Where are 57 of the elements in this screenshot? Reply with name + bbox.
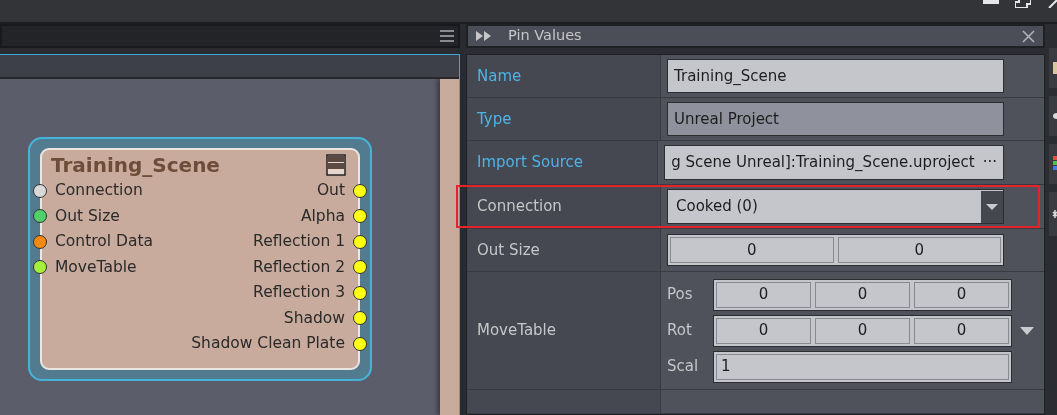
field-label: Import Source bbox=[477, 152, 584, 174]
output-pin[interactable] bbox=[353, 260, 367, 275]
pin-label: Connection bbox=[55, 180, 143, 202]
number-field[interactable]: 0 bbox=[914, 281, 1009, 308]
number-field[interactable]: 0 bbox=[716, 281, 811, 308]
pin-label: Reflection 3 bbox=[253, 282, 345, 304]
input-pin[interactable] bbox=[33, 260, 47, 275]
pin-label: Shadow Clean Plate bbox=[191, 333, 345, 355]
pin-label: Alpha bbox=[300, 205, 345, 227]
node-title: Training_Scene bbox=[51, 152, 220, 178]
pin-label: Control Data bbox=[55, 231, 153, 253]
expand-arrow-icon[interactable] bbox=[1020, 326, 1034, 335]
number-field[interactable]: 0 bbox=[815, 281, 910, 308]
field-label: Out Size bbox=[477, 239, 540, 261]
text-field[interactable]: Training_Scene bbox=[667, 59, 1004, 93]
pin-label: Out bbox=[316, 180, 345, 202]
panel-title: Pin Values bbox=[508, 26, 582, 46]
read-only-field: Unreal Project bbox=[667, 102, 1004, 136]
output-pin[interactable] bbox=[353, 234, 367, 249]
field-label: Type bbox=[477, 108, 512, 130]
axis-label: Scal bbox=[667, 356, 700, 378]
pin-label: MoveTable bbox=[55, 256, 137, 278]
output-pin[interactable] bbox=[353, 209, 367, 224]
close-icon[interactable] bbox=[1022, 29, 1035, 43]
number-field[interactable]: 1 bbox=[716, 353, 1009, 380]
pin-label: Out Size bbox=[55, 205, 120, 227]
menu-icon[interactable] bbox=[440, 29, 454, 43]
path-field[interactable]: g Scene Unreal]:Training_Scene.uproject ··· bbox=[664, 145, 1004, 180]
input-pin[interactable] bbox=[33, 183, 47, 198]
axis-label: Rot bbox=[667, 320, 693, 342]
pin-label: Reflection 2 bbox=[253, 256, 345, 278]
input-pin[interactable] bbox=[33, 234, 47, 249]
pin-label: Shadow bbox=[283, 307, 345, 329]
number-field[interactable]: 0 bbox=[716, 317, 811, 344]
pin-label: Reflection 1 bbox=[253, 231, 345, 253]
output-pin[interactable] bbox=[353, 336, 367, 351]
browse-button[interactable]: ··· bbox=[982, 151, 997, 174]
output-pin[interactable] bbox=[353, 285, 367, 300]
output-pin[interactable] bbox=[353, 311, 367, 326]
axis-label: Pos bbox=[667, 284, 694, 306]
number-field[interactable]: 0 bbox=[914, 317, 1009, 344]
node-card[interactable]: Training_Scene Connection Out Size Control Data MoveTable Out Alpha Reflection 1 Reflection 2 Reflection 3 Shadow Shadow Clean Plate bbox=[28, 137, 372, 381]
dropdown-value: Cooked (0) bbox=[675, 196, 759, 218]
input-pin[interactable] bbox=[33, 209, 47, 224]
double-arrow-icon[interactable] bbox=[476, 31, 492, 41]
restore-icon[interactable] bbox=[1015, 0, 1031, 8]
field-label: Connection bbox=[477, 196, 562, 218]
field-label: MoveTable bbox=[477, 320, 556, 342]
stack-icon[interactable] bbox=[326, 154, 346, 176]
minimize-icon[interactable] bbox=[983, 0, 999, 6]
number-field[interactable]: 0 bbox=[815, 317, 910, 344]
path-text: g Scene Unreal]:Training_Scene.uproject bbox=[671, 152, 975, 174]
number-field[interactable]: 0 bbox=[837, 237, 1001, 263]
output-pin[interactable] bbox=[353, 183, 367, 198]
number-field[interactable]: 0 bbox=[670, 237, 834, 263]
dropdown[interactable]: Cooked (0) bbox=[667, 189, 1004, 224]
field-label: Name bbox=[477, 65, 522, 87]
